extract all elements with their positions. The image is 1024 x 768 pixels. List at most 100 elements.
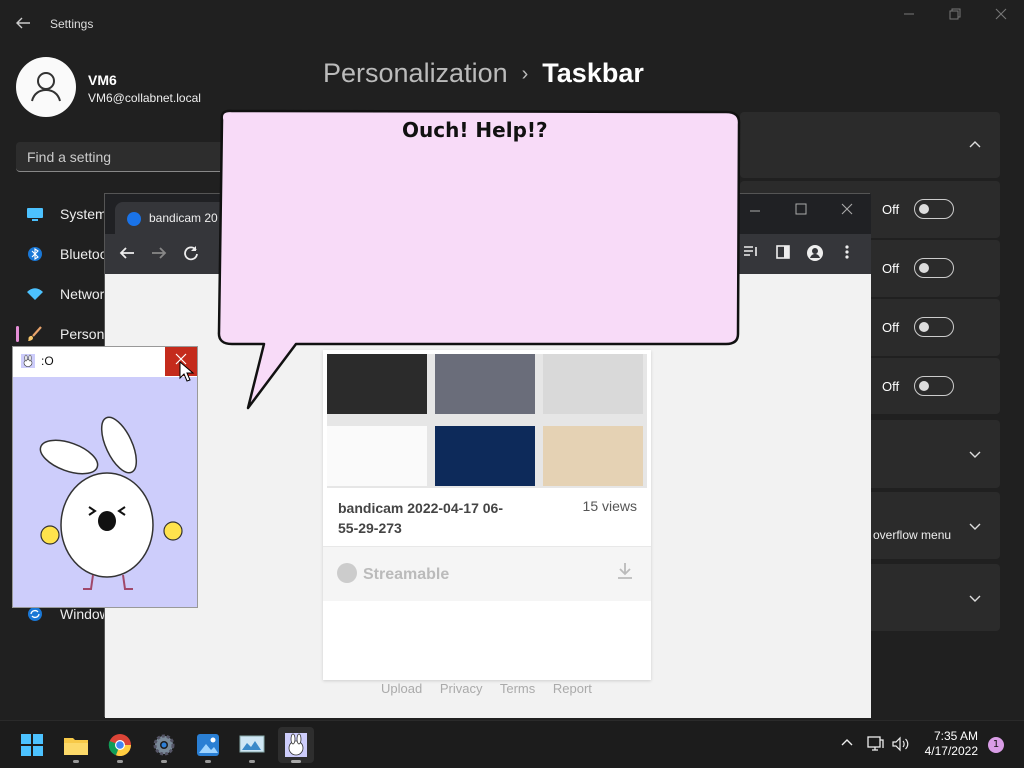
brand-name: Streamable xyxy=(363,566,450,583)
breadcrumb: Personalization › Taskbar xyxy=(323,58,644,89)
maximize-button[interactable] xyxy=(791,200,811,220)
running-indicator xyxy=(161,760,167,763)
chevron-down-icon[interactable] xyxy=(968,591,982,605)
reading-list-icon[interactable] xyxy=(741,244,761,264)
clock-time: 7:35 AM xyxy=(933,729,978,743)
user-name: VM6 xyxy=(88,72,117,88)
speech-bubble-text: Ouch! Help!? xyxy=(402,118,548,142)
streamable-favicon-icon xyxy=(127,212,141,226)
minimize-button[interactable] xyxy=(897,8,921,28)
sidebar-item-label: Window xyxy=(60,606,110,622)
monitor-app-icon xyxy=(239,735,265,753)
toggle-state-label: Off xyxy=(882,379,900,394)
start-icon xyxy=(21,734,43,756)
settings-icon xyxy=(153,734,175,756)
settings-titlebar: Settings xyxy=(0,0,1024,48)
clock[interactable]: 7:35 AM 4/17/2022 xyxy=(920,729,978,759)
monitor-app-button[interactable] xyxy=(234,727,270,763)
footer-link-terms[interactable]: Terms xyxy=(500,681,535,696)
running-indicator xyxy=(73,760,79,763)
show-hidden-icons-button[interactable] xyxy=(840,736,854,754)
settings-button[interactable] xyxy=(146,727,182,763)
footer-link-privacy[interactable]: Privacy xyxy=(440,681,483,696)
taskbar: 7:35 AM 4/17/2022 1 xyxy=(0,720,1024,768)
bunny-window-title: :O xyxy=(41,354,54,368)
streamable-logo[interactable]: Streamable xyxy=(337,563,449,584)
chrome-button[interactable] xyxy=(102,727,138,763)
bunny-app-icon xyxy=(285,733,307,757)
reload-icon[interactable] xyxy=(181,244,201,264)
video-views: 15 views xyxy=(582,498,637,514)
bunny-character xyxy=(39,416,183,590)
profile-icon[interactable] xyxy=(805,244,825,264)
thumbnail-frame xyxy=(543,426,643,486)
chevron-down-icon[interactable] xyxy=(968,447,982,461)
close-button[interactable] xyxy=(989,8,1013,28)
volume-tray-button[interactable] xyxy=(892,736,910,756)
footer-link-report[interactable]: Report xyxy=(553,681,592,696)
start-button[interactable] xyxy=(14,727,50,763)
bunny-window: :O xyxy=(12,346,198,608)
running-indicator xyxy=(117,760,123,763)
file-explorer-icon xyxy=(64,738,88,755)
chevron-up-icon[interactable] xyxy=(968,138,982,152)
network-tray-button[interactable] xyxy=(866,736,884,756)
notification-badge[interactable]: 1 xyxy=(988,737,1004,753)
close-button[interactable] xyxy=(837,200,857,220)
bunny-window-titlebar[interactable]: :O xyxy=(13,347,197,377)
toggle-state-label: Off xyxy=(882,202,900,217)
toggle-switch[interactable] xyxy=(914,258,954,278)
thumbnail-frame xyxy=(435,426,535,486)
back-arrow-icon[interactable] xyxy=(117,244,137,264)
search-input[interactable]: Find a setting xyxy=(16,142,226,172)
kebab-menu-icon[interactable] xyxy=(837,244,857,264)
windows-update-icon xyxy=(28,607,42,621)
taskbar-items-panel[interactable] xyxy=(740,112,1000,178)
clock-date: 4/17/2022 xyxy=(924,744,978,758)
maximize-button[interactable] xyxy=(943,8,967,28)
user-icon xyxy=(31,72,61,102)
toggle-switch[interactable] xyxy=(914,376,954,396)
breadcrumb-separator: › xyxy=(521,63,529,85)
toggle-switch[interactable] xyxy=(914,317,954,337)
streamable-logo-icon xyxy=(337,563,357,583)
speech-bubble-shape xyxy=(217,109,741,410)
tab-title: bandicam 20 xyxy=(149,211,218,225)
chrome-icon xyxy=(108,734,132,757)
photos-button[interactable] xyxy=(190,727,226,763)
back-arrow-icon[interactable] xyxy=(14,14,34,34)
running-indicator xyxy=(249,760,255,763)
speech-bubble: Ouch! Help!? xyxy=(214,108,744,413)
search-placeholder: Find a setting xyxy=(27,149,112,165)
video-title: bandicam 2022-04-17 06-55-29-273 xyxy=(338,500,503,536)
mouse-cursor-icon xyxy=(179,361,195,382)
toggle-state-label: Off xyxy=(882,261,900,276)
brush-icon xyxy=(28,326,42,341)
bunny-app-icon xyxy=(21,354,35,368)
side-panel-icon[interactable] xyxy=(773,244,793,264)
running-indicator xyxy=(291,760,301,763)
bunny-app-button[interactable] xyxy=(278,727,314,763)
breadcrumb-parent[interactable]: Personalization xyxy=(323,58,508,88)
thumbnail-frame xyxy=(327,426,427,486)
file-explorer-button[interactable] xyxy=(58,727,94,763)
toggle-state-label: Off xyxy=(882,320,900,335)
download-icon[interactable] xyxy=(615,561,635,586)
sidebar-item-label: Bluetoo xyxy=(60,246,108,262)
card-footer: Streamable xyxy=(323,546,651,601)
running-indicator xyxy=(205,760,211,763)
avatar[interactable] xyxy=(16,57,76,117)
chevron-down-icon[interactable] xyxy=(968,519,982,533)
monitor-icon xyxy=(27,208,43,221)
sidebar-item-label: Networ xyxy=(60,286,105,302)
minimize-button[interactable] xyxy=(745,202,765,222)
chevron-up-icon xyxy=(841,739,853,746)
overflow-menu-label: overflow menu xyxy=(873,528,952,542)
toggle-switch[interactable] xyxy=(914,199,954,219)
footer-links: Upload Privacy Terms Report xyxy=(381,681,606,696)
volume-icon xyxy=(892,736,909,752)
sidebar-item-label: System xyxy=(60,206,107,222)
forward-arrow-icon[interactable] xyxy=(149,244,169,264)
footer-link-upload[interactable]: Upload xyxy=(381,681,422,696)
wifi-icon xyxy=(27,288,43,300)
